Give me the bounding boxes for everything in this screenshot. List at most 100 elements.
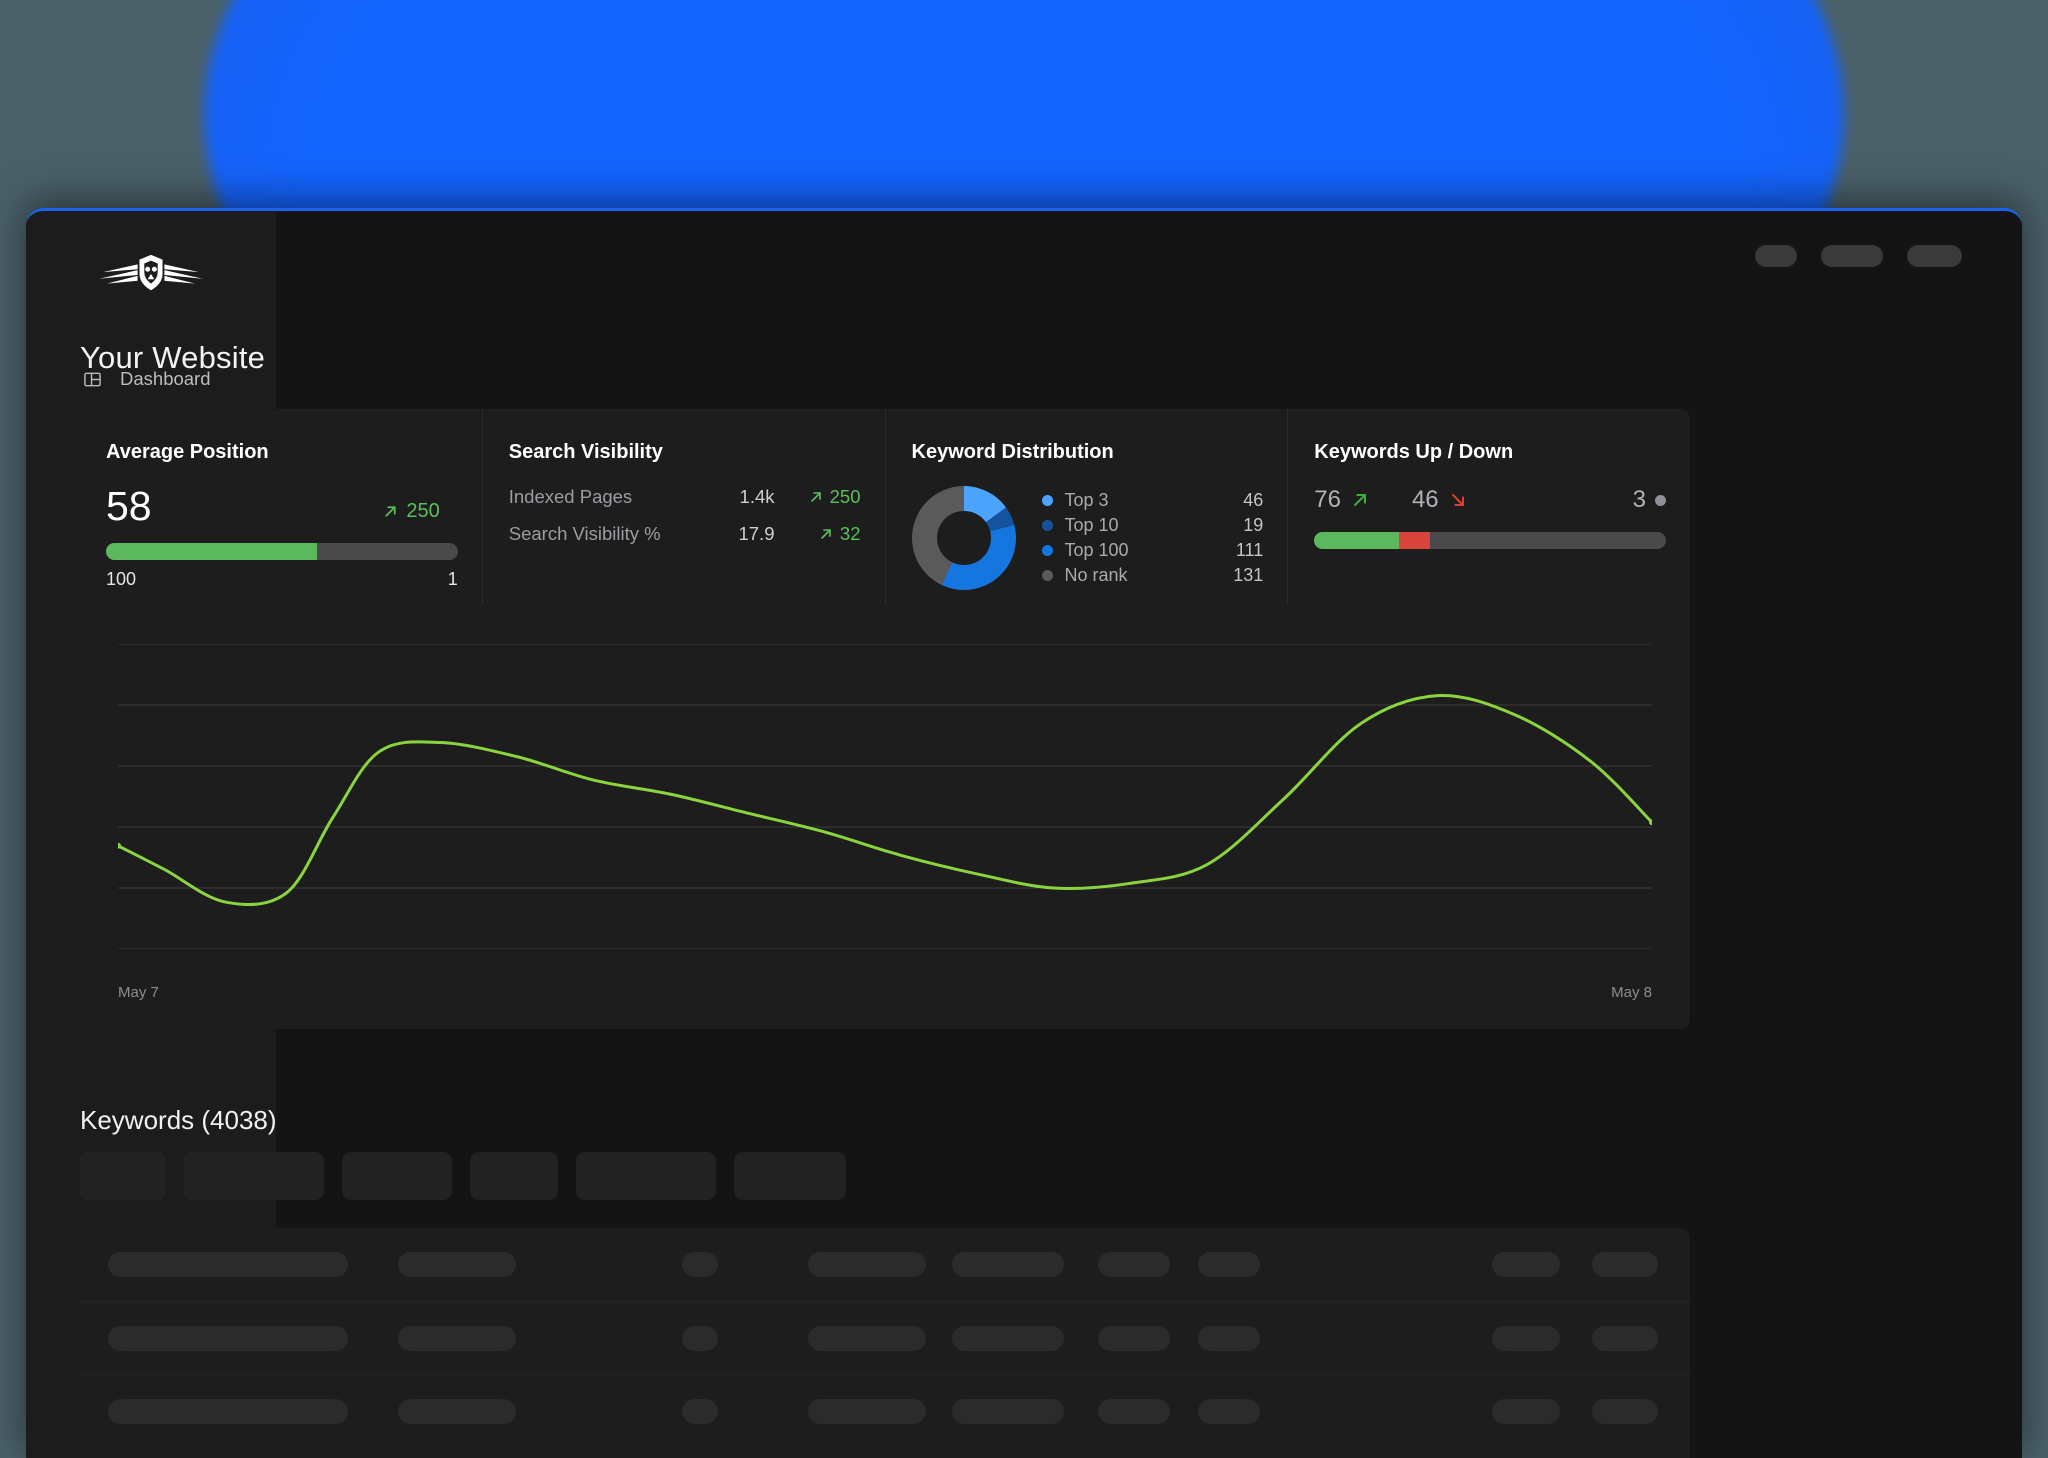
progress-fill [106,543,318,560]
skeleton-cell [682,1325,718,1351]
table-row[interactable] [80,1374,1690,1447]
filter-chip-3[interactable] [342,1152,452,1200]
app-logo[interactable] [26,235,276,313]
legend-row: Top 3 46 [1041,488,1264,513]
row-delta: 250 [775,486,861,508]
chart-line [118,695,1652,904]
average-position-value-row: 58 250 [106,486,458,527]
filter-chip-4[interactable] [470,1152,558,1200]
card-average-position: Average Position 58 250 100 1 [80,409,482,604]
donut-hole [936,511,991,565]
legend-row: No rank 131 [1041,563,1264,588]
table-row[interactable] [80,1301,1690,1374]
flat-value: 3 [1632,486,1646,513]
skeleton-cell [1098,1252,1170,1277]
filter-chip-2[interactable] [184,1152,324,1200]
delta-value: 250 [829,486,861,507]
keywords-table-skeleton [80,1228,1690,1458]
search-visibility-row: Indexed Pages 1.4k 250 [509,486,861,508]
skeleton-cell [398,1398,516,1424]
skeleton-cell [1592,1398,1658,1424]
skeleton-cell [1492,1252,1560,1277]
average-position-delta: 250 [382,500,440,523]
skeleton-cell [1592,1325,1658,1351]
skeleton-cell [398,1252,516,1277]
row-label: Indexed Pages [508,486,633,507]
legend-label: Top 100 [1064,540,1129,560]
skeleton-cell [108,1325,348,1351]
legend-label: No rank [1064,565,1128,585]
skeleton-cell [398,1325,516,1351]
up-down-values: 76 46 3 [1314,486,1666,514]
header-pill-3[interactable] [1907,245,1962,267]
card-title: Keyword Distribution [911,441,1114,463]
skeleton-cell [808,1252,926,1277]
legend-color-dot [1041,520,1053,531]
legend-label: Top 3 [1064,490,1109,510]
skeleton-cell [808,1398,926,1424]
row-label: Search Visibility % [508,523,661,544]
delta-value: 32 [839,523,861,544]
skeleton-cell [952,1325,1064,1351]
skeleton-cell [952,1252,1064,1277]
owl-logo-icon [99,254,203,291]
arrow-up-right-icon [385,506,396,517]
donut-chart [911,486,1016,590]
legend-value: 19 [1243,515,1264,535]
skeleton-cell [682,1398,718,1424]
delta-value: 250 [406,500,440,522]
donut-legend: Top 3 46 Top 10 19 Top 100 111 No rank 131 [1041,488,1264,588]
skeleton-cell [1098,1398,1170,1424]
filter-chip-6[interactable] [734,1152,846,1200]
skeleton-cell [1492,1325,1560,1351]
card-title: Average Position [106,441,269,463]
skeleton-cell [108,1252,348,1277]
window-control-placeholders [1755,245,1962,267]
legend-row: Top 10 19 [1041,513,1264,538]
filter-chip-5[interactable] [576,1152,716,1200]
filter-chip-1[interactable] [80,1152,166,1200]
skeleton-cell [1592,1252,1658,1277]
legend-value: 46 [1243,490,1264,510]
arrow-down-right-icon [1451,494,1464,506]
header-pill-2[interactable] [1821,245,1883,267]
dot-icon [1655,494,1666,506]
up-segment [1314,532,1399,549]
down-value: 46 [1411,486,1439,513]
keywords-flat: 3 [1633,486,1666,514]
keyword-filter-chips [80,1152,846,1200]
keywords-up: 76 [1314,486,1370,514]
card-title: Keywords Up / Down [1314,441,1514,463]
card-keyword-distribution: Keyword Distribution Top 3 46 Top 10 19 Top … [884,409,1288,604]
arrow-up-right-icon [810,492,821,502]
keywords-section-title: Keywords (4038) [80,1105,277,1135]
up-value: 76 [1314,486,1341,513]
skeleton-cell [808,1325,926,1351]
rankings-line-chart [118,644,1652,949]
average-position-value: 58 [106,483,152,529]
up-down-bar [1314,532,1666,549]
average-position-progress [106,543,458,560]
scale-end: 1 [447,569,458,589]
skeleton-cell [1098,1325,1170,1351]
down-segment [1398,532,1431,549]
card-keywords-up-down: Keywords Up / Down 76 46 3 [1287,409,1690,604]
legend-row: Top 100 111 [1041,538,1263,563]
legend-label: Top 10 [1064,515,1119,535]
skeleton-cell [1198,1252,1260,1277]
page-title: Your Website [80,340,266,375]
keyword-distribution-body: Top 3 46 Top 10 19 Top 100 111 No rank 131 [911,486,1264,590]
skeleton-cell [952,1398,1064,1424]
skeleton-cell [682,1252,718,1277]
progress-scale: 100 1 [106,569,458,590]
legend-color-dot [1041,570,1053,581]
table-row[interactable] [80,1228,1690,1301]
scale-start: 100 [106,569,137,589]
legend-value: 131 [1233,565,1264,585]
card-search-visibility: Search Visibility Indexed Pages 1.4k 250… [481,409,885,604]
x-axis-tick-start: May 7 [118,984,159,1001]
header-pill-1[interactable] [1755,245,1797,267]
skeleton-cell [108,1398,348,1424]
skeleton-cell [1198,1325,1260,1351]
row-value: 1.4k [739,486,775,507]
